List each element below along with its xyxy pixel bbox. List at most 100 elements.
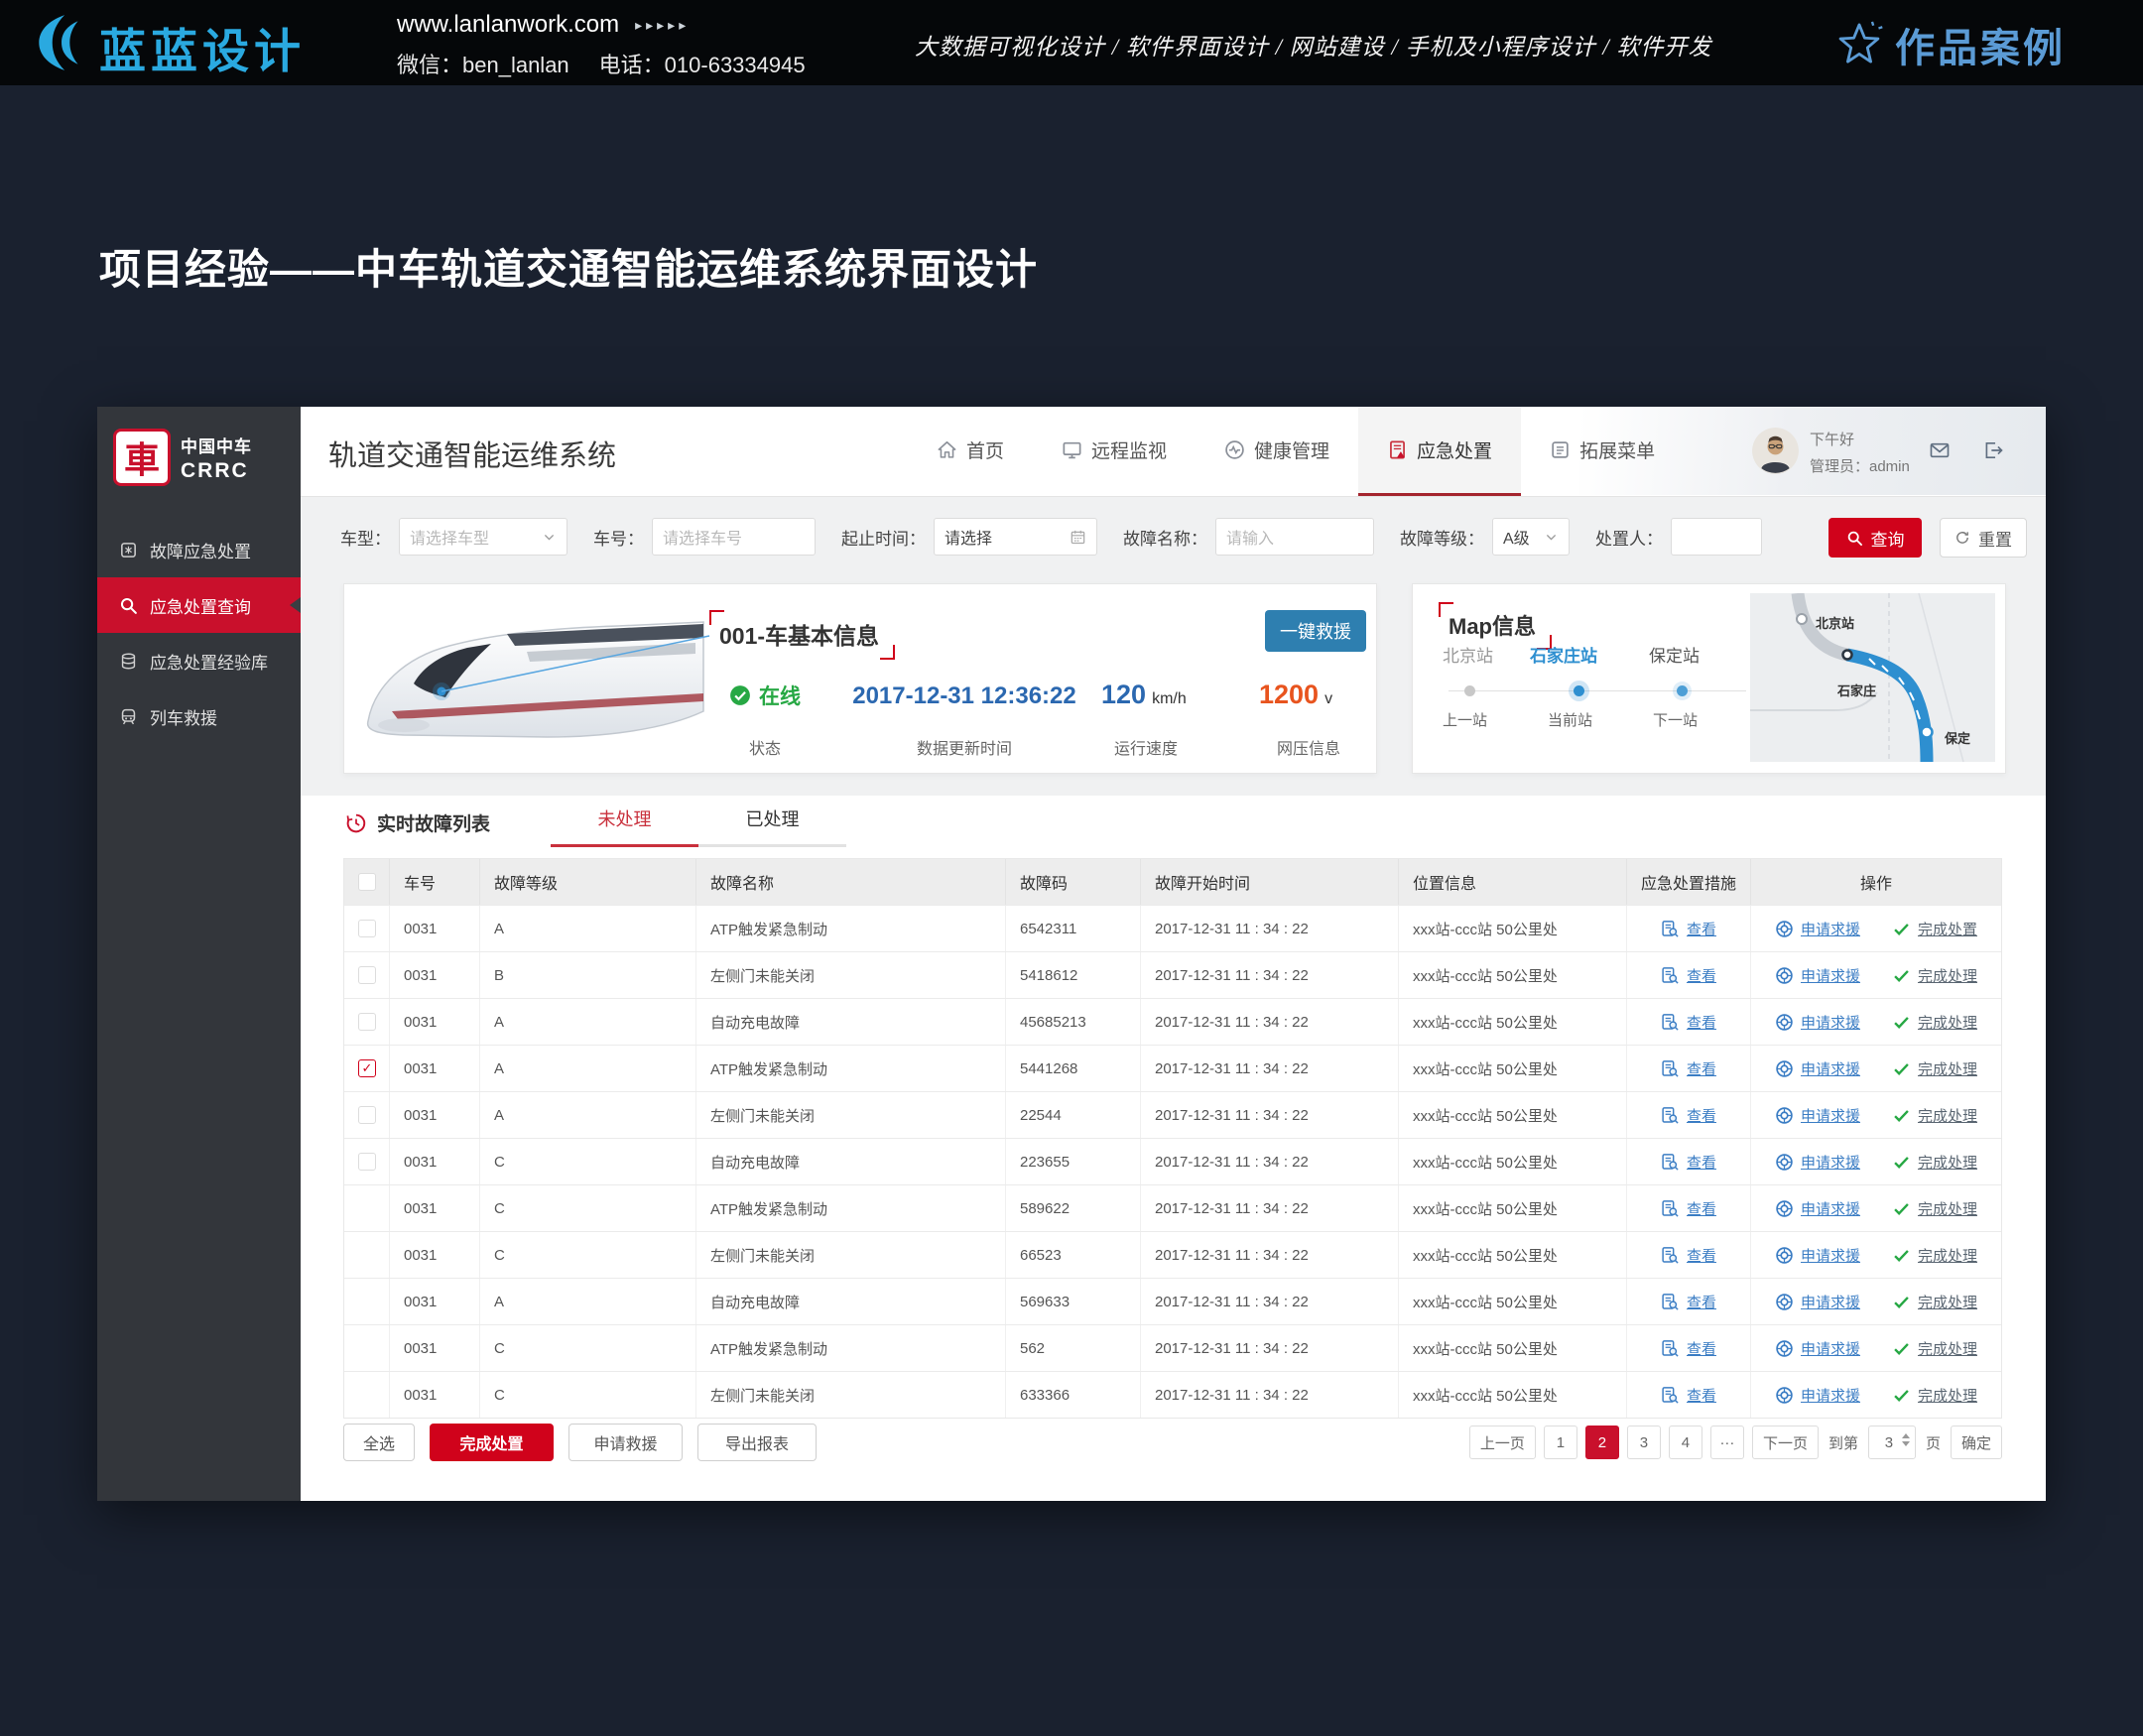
complete-handling-button[interactable]: 完成处置 (430, 1424, 554, 1461)
row-fault-name: ATP触发紧急制动 (696, 1046, 1006, 1091)
page-number-2[interactable]: 2 (1585, 1426, 1619, 1459)
nav-item-首页[interactable]: 首页 (908, 407, 1033, 493)
row-checkbox-cell (344, 1279, 390, 1324)
request-rescue-link[interactable]: 申请求援 (1775, 965, 1860, 986)
goto-page-input[interactable]: 3 (1868, 1426, 1916, 1459)
request-rescue-link[interactable]: 申请求援 (1775, 1012, 1860, 1033)
view-link[interactable]: 查看 (1661, 1245, 1716, 1266)
goto-spinner-icon[interactable] (1902, 1433, 1910, 1446)
view-link[interactable]: 查看 (1661, 919, 1716, 939)
row-view-cell: 查看 (1627, 1185, 1751, 1231)
request-rescue-link[interactable]: 申请求援 (1775, 1105, 1860, 1126)
row-checkbox[interactable] (358, 966, 376, 984)
nav-item-健康管理[interactable]: 健康管理 (1196, 407, 1358, 493)
lanlan-logo-icon (30, 12, 91, 73)
portfolio-cases[interactable]: 作品案例 (1833, 16, 2066, 73)
sidebar-item-列车救援[interactable]: 列车救援 (97, 688, 301, 744)
view-link[interactable]: 查看 (1661, 1058, 1716, 1079)
view-icon (1661, 1106, 1680, 1125)
request-rescue-link[interactable]: 申请求援 (1775, 1152, 1860, 1173)
apply-rescue-button[interactable]: 申请救援 (568, 1424, 683, 1461)
request-rescue-link[interactable]: 申请求援 (1775, 919, 1860, 939)
complete-link[interactable]: 完成处理 (1892, 1058, 1977, 1079)
time-range-picker[interactable]: 请选择 (934, 518, 1097, 556)
row-checkbox[interactable] (358, 1013, 376, 1031)
complete-link[interactable]: 完成处理 (1892, 1198, 1977, 1219)
select-all-button[interactable]: 全选 (343, 1424, 415, 1461)
request-rescue-link[interactable]: 申请求援 (1775, 1385, 1860, 1406)
view-link[interactable]: 查看 (1661, 1152, 1716, 1173)
check-icon (1892, 1059, 1911, 1078)
complete-link[interactable]: 完成处理 (1892, 1152, 1977, 1173)
sidebar-item-应急处置查询[interactable]: 应急处置查询 (97, 577, 301, 633)
car-type-select[interactable]: 请选择车型 (399, 518, 567, 556)
complete-link[interactable]: 完成处理 (1892, 1105, 1977, 1126)
view-link[interactable]: 查看 (1661, 1012, 1716, 1033)
prev-station-name: 北京站 (1443, 642, 1493, 667)
sidebar-item-应急处置经验库[interactable]: 应急处置经验库 (97, 633, 301, 688)
banner-website-link[interactable]: www.lanlanwork.com (397, 11, 619, 39)
row-checkbox[interactable]: ✓ (358, 1059, 376, 1077)
page-number-···[interactable]: ··· (1710, 1426, 1744, 1459)
complete-link[interactable]: 完成处理 (1892, 1012, 1977, 1033)
complete-link[interactable]: 完成处理 (1892, 965, 1977, 986)
cases-label: 作品案例 (1895, 16, 2066, 73)
row-car-number: 0031 (390, 1046, 480, 1091)
request-rescue-link[interactable]: 申请求援 (1775, 1058, 1860, 1079)
complete-link[interactable]: 完成处理 (1892, 1292, 1977, 1312)
logout-icon[interactable] (1982, 439, 2004, 461)
nav-item-应急处置[interactable]: 应急处置 (1358, 407, 1521, 496)
page-number-4[interactable]: 4 (1669, 1426, 1702, 1459)
search-button[interactable]: 查询 (1828, 518, 1922, 558)
row-checkbox[interactable] (358, 1153, 376, 1171)
avatar[interactable] (1752, 428, 1799, 474)
row-checkbox[interactable] (358, 1106, 376, 1124)
mail-icon[interactable] (1929, 439, 1951, 461)
request-rescue-link[interactable]: 申请求援 (1775, 1198, 1860, 1219)
check-icon (1892, 1013, 1911, 1032)
row-view-cell: 查看 (1627, 1232, 1751, 1278)
complete-link[interactable]: 完成处理 (1892, 1338, 1977, 1359)
view-link[interactable]: 查看 (1661, 1198, 1716, 1219)
view-link[interactable]: 查看 (1661, 1385, 1716, 1406)
view-link[interactable]: 查看 (1661, 1338, 1716, 1359)
handler-input[interactable] (1671, 518, 1762, 556)
view-link[interactable]: 查看 (1661, 1292, 1716, 1312)
nav-item-远程监视[interactable]: 远程监视 (1033, 407, 1196, 493)
view-link[interactable]: 查看 (1661, 1105, 1716, 1126)
sidebar: 車 中国中车 CRRC 故障应急处置应急处置查询应急处置经验库列车救援 (97, 407, 301, 1501)
complete-link[interactable]: 完成处置 (1892, 919, 1977, 939)
page-next-button[interactable]: 下一页 (1752, 1426, 1819, 1459)
filter-car-type: 车型： 请选择车型 (340, 518, 567, 556)
view-link-label: 查看 (1687, 1292, 1716, 1312)
complete-link[interactable]: 完成处理 (1892, 1245, 1977, 1266)
view-link[interactable]: 查看 (1661, 965, 1716, 986)
tab-processed[interactable]: 已处理 (698, 806, 846, 847)
page-number-1[interactable]: 1 (1544, 1426, 1577, 1459)
row-start-time: 2017-12-31 11 : 34 : 22 (1141, 1139, 1399, 1184)
fault-name-input[interactable]: 请输入 (1215, 518, 1374, 556)
reset-button[interactable]: 重置 (1940, 518, 2027, 558)
view-icon (1661, 1013, 1680, 1032)
request-rescue-link[interactable]: 申请求援 (1775, 1245, 1860, 1266)
export-report-button[interactable]: 导出报表 (697, 1424, 817, 1461)
row-checkbox[interactable] (358, 920, 376, 937)
page-number-3[interactable]: 3 (1627, 1426, 1661, 1459)
car-number-input[interactable]: 请选择车号 (652, 518, 816, 556)
select-all-checkbox[interactable] (358, 873, 376, 891)
fault-level-select[interactable]: A级 (1492, 518, 1570, 556)
complete-link[interactable]: 完成处理 (1892, 1385, 1977, 1406)
request-rescue-label: 申请求援 (1801, 1105, 1860, 1126)
request-rescue-link[interactable]: 申请求援 (1775, 1338, 1860, 1359)
tab-unprocessed[interactable]: 未处理 (551, 806, 698, 847)
goto-prefix: 到第 (1828, 1432, 1858, 1453)
check-icon (1892, 920, 1911, 938)
request-rescue-link[interactable]: 申请求援 (1775, 1292, 1860, 1312)
one-key-rescue-button[interactable]: 一键救援 (1265, 610, 1366, 652)
sidebar-item-故障应急处置[interactable]: 故障应急处置 (97, 522, 301, 577)
view-icon (1661, 966, 1680, 985)
nav-item-拓展菜单[interactable]: 拓展菜单 (1521, 407, 1684, 493)
goto-confirm-button[interactable]: 确定 (1951, 1426, 2002, 1459)
page-prev-button[interactable]: 上一页 (1469, 1426, 1536, 1459)
table-col-header: 故障名称 (696, 859, 1006, 905)
